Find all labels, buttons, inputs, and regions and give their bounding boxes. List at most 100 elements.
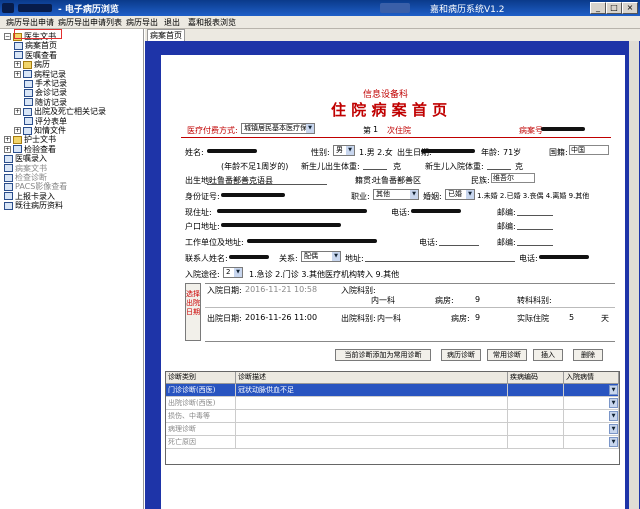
discharge-dept-value[interactable]: 内一科 <box>377 313 401 324</box>
nation-field[interactable]: 中国 <box>569 145 609 155</box>
app-logo <box>380 3 410 13</box>
times-label: 第 <box>363 126 371 135</box>
folder-icon <box>13 135 22 144</box>
choose-discharge-date-button[interactable]: 选择出院日期 <box>185 283 201 341</box>
cell-desc[interactable] <box>236 423 508 435</box>
zip-label-3: 邮编: <box>497 238 516 247</box>
tab-case-front-page[interactable]: 病案首页 <box>147 29 185 41</box>
occupation-select[interactable]: 其他 <box>373 189 419 200</box>
table-row[interactable]: 出院诊断(西医) ▼ <box>166 397 619 410</box>
chevron-down-icon[interactable]: ▼ <box>609 385 618 395</box>
ward-value-2[interactable]: 9 <box>475 313 480 322</box>
grid-header-desc: 诊断描述 <box>236 372 508 384</box>
cell-code[interactable] <box>508 384 564 396</box>
admit-dept-value[interactable]: 内一科 <box>371 295 395 306</box>
hukou-address-redacted <box>221 223 341 227</box>
menu-export-request-list[interactable]: 病历导出申请列表 <box>58 17 122 28</box>
marriage-hint: 1.未婚 2.已婚 3.丧偶 4.离婚 9.其他 <box>477 192 590 200</box>
menu-export[interactable]: 病历导出 <box>126 17 158 28</box>
folder-icon <box>23 60 32 69</box>
expand-icon[interactable]: + <box>14 70 21 78</box>
zip-field-3[interactable] <box>517 245 553 246</box>
menu-export-request[interactable]: 病历导出申请 <box>6 17 54 28</box>
current-address-redacted <box>217 209 367 213</box>
zip-field-2[interactable] <box>517 229 553 230</box>
table-row[interactable]: 损伤、中毒等 ▼ <box>166 410 619 423</box>
chevron-down-icon[interactable]: ▼ <box>609 411 618 421</box>
table-row[interactable]: 死亡原因 ▼ <box>166 436 619 449</box>
document-icon <box>4 173 13 182</box>
marriage-select[interactable]: 已婚 <box>445 189 475 200</box>
admit-route-label: 入院途径: <box>185 270 220 279</box>
document-icon <box>23 70 32 79</box>
add-common-diagnosis-button[interactable]: 当前诊断添加为常用诊断 <box>335 349 431 361</box>
contact-phone-redacted <box>539 255 589 259</box>
menu-exit[interactable]: 退出 <box>164 17 180 28</box>
cell-code[interactable] <box>508 410 564 422</box>
cell-type[interactable]: 病理诊断 <box>166 423 236 435</box>
cell-desc[interactable]: 冠状动脉供血不足 <box>236 384 508 396</box>
cell-type[interactable]: 门诊诊断(西医) <box>166 384 236 396</box>
expand-icon[interactable]: + <box>14 61 21 69</box>
gram-unit-1: 克 <box>393 162 401 171</box>
birthplace-value[interactable]: 吐鲁番鄯善克语县 <box>209 175 273 186</box>
cell-type[interactable]: 出院诊断(西医) <box>166 397 236 409</box>
discharge-date-value[interactable]: 2016-11-26 11:00 <box>245 313 317 322</box>
cell-desc[interactable] <box>236 397 508 409</box>
contact-address-field[interactable] <box>365 261 515 262</box>
cell-code[interactable] <box>508 436 564 448</box>
common-diagnosis-button[interactable]: 常用诊断 <box>487 349 527 361</box>
record-diagnosis-button[interactable]: 病历诊断 <box>441 349 481 361</box>
insert-button[interactable]: 插入 <box>533 349 563 361</box>
sex-select[interactable]: 男 <box>333 145 355 156</box>
cell-desc[interactable] <box>236 436 508 448</box>
document-icon <box>4 182 13 191</box>
ethnic-field[interactable]: 维吾尔 <box>491 173 535 183</box>
collapse-icon[interactable]: − <box>4 33 11 40</box>
hukou-address-label: 户口地址: <box>185 222 220 231</box>
newborn-weight-field[interactable] <box>363 169 387 170</box>
name-label: 姓名: <box>185 148 204 157</box>
document-icon <box>4 192 13 201</box>
nation-label: 国籍: <box>549 148 568 157</box>
newborn-in-field[interactable] <box>487 169 511 170</box>
menu-report-browse[interactable]: 嘉和报表浏览 <box>188 17 236 28</box>
title-bar: - 电子病历浏览 嘉和病历系统V1.2 _ □ × <box>0 0 640 16</box>
native-value[interactable]: 吐鲁番鄯善区 <box>373 175 421 186</box>
admit-route-select[interactable]: 2 <box>223 267 243 278</box>
app-icon <box>2 3 14 13</box>
tree-item[interactable]: 既往病历资料 <box>4 200 63 211</box>
discharge-date-label: 出院日期: <box>207 314 242 323</box>
pay-method-label: 医疗付费方式: <box>187 126 238 135</box>
relation-select[interactable]: 配偶 <box>301 251 341 262</box>
chevron-down-icon[interactable]: ▼ <box>609 398 618 408</box>
vertical-scrollbar[interactable] <box>629 41 639 509</box>
expand-icon[interactable]: + <box>4 136 11 144</box>
phone-field-2[interactable] <box>439 245 479 246</box>
table-row[interactable]: 病理诊断 ▼ <box>166 423 619 436</box>
admit-date-value[interactable]: 2016-11-21 10:58 <box>245 285 317 294</box>
ward-value-1[interactable]: 9 <box>475 295 480 304</box>
table-row[interactable]: 门诊诊断(西医) 冠状动脉供血不足 ▼ <box>166 384 619 397</box>
expand-icon[interactable]: + <box>4 145 11 153</box>
cell-type[interactable]: 死亡原因 <box>166 436 236 448</box>
cell-code[interactable] <box>508 423 564 435</box>
expand-icon[interactable]: + <box>14 108 21 116</box>
delete-button[interactable]: 删除 <box>573 349 603 361</box>
document-icon <box>24 98 33 107</box>
document-icon <box>14 41 23 50</box>
cell-code[interactable] <box>508 397 564 409</box>
maximize-button[interactable]: □ <box>606 2 622 14</box>
minimize-button[interactable]: _ <box>590 2 606 14</box>
pay-method-select[interactable]: 城镇居民基本医疗保险 <box>241 123 315 134</box>
close-button[interactable]: × <box>622 2 638 14</box>
cell-desc[interactable] <box>236 410 508 422</box>
chevron-down-icon[interactable]: ▼ <box>609 437 618 447</box>
stay-days-value[interactable]: 5 <box>569 313 574 322</box>
expand-icon[interactable]: + <box>14 127 21 134</box>
zip-field-1[interactable] <box>517 215 553 216</box>
zip-label-2: 邮编: <box>497 222 516 231</box>
chevron-down-icon[interactable]: ▼ <box>609 424 618 434</box>
cell-type[interactable]: 损伤、中毒等 <box>166 410 236 422</box>
times-suffix: 次住院 <box>387 126 411 135</box>
